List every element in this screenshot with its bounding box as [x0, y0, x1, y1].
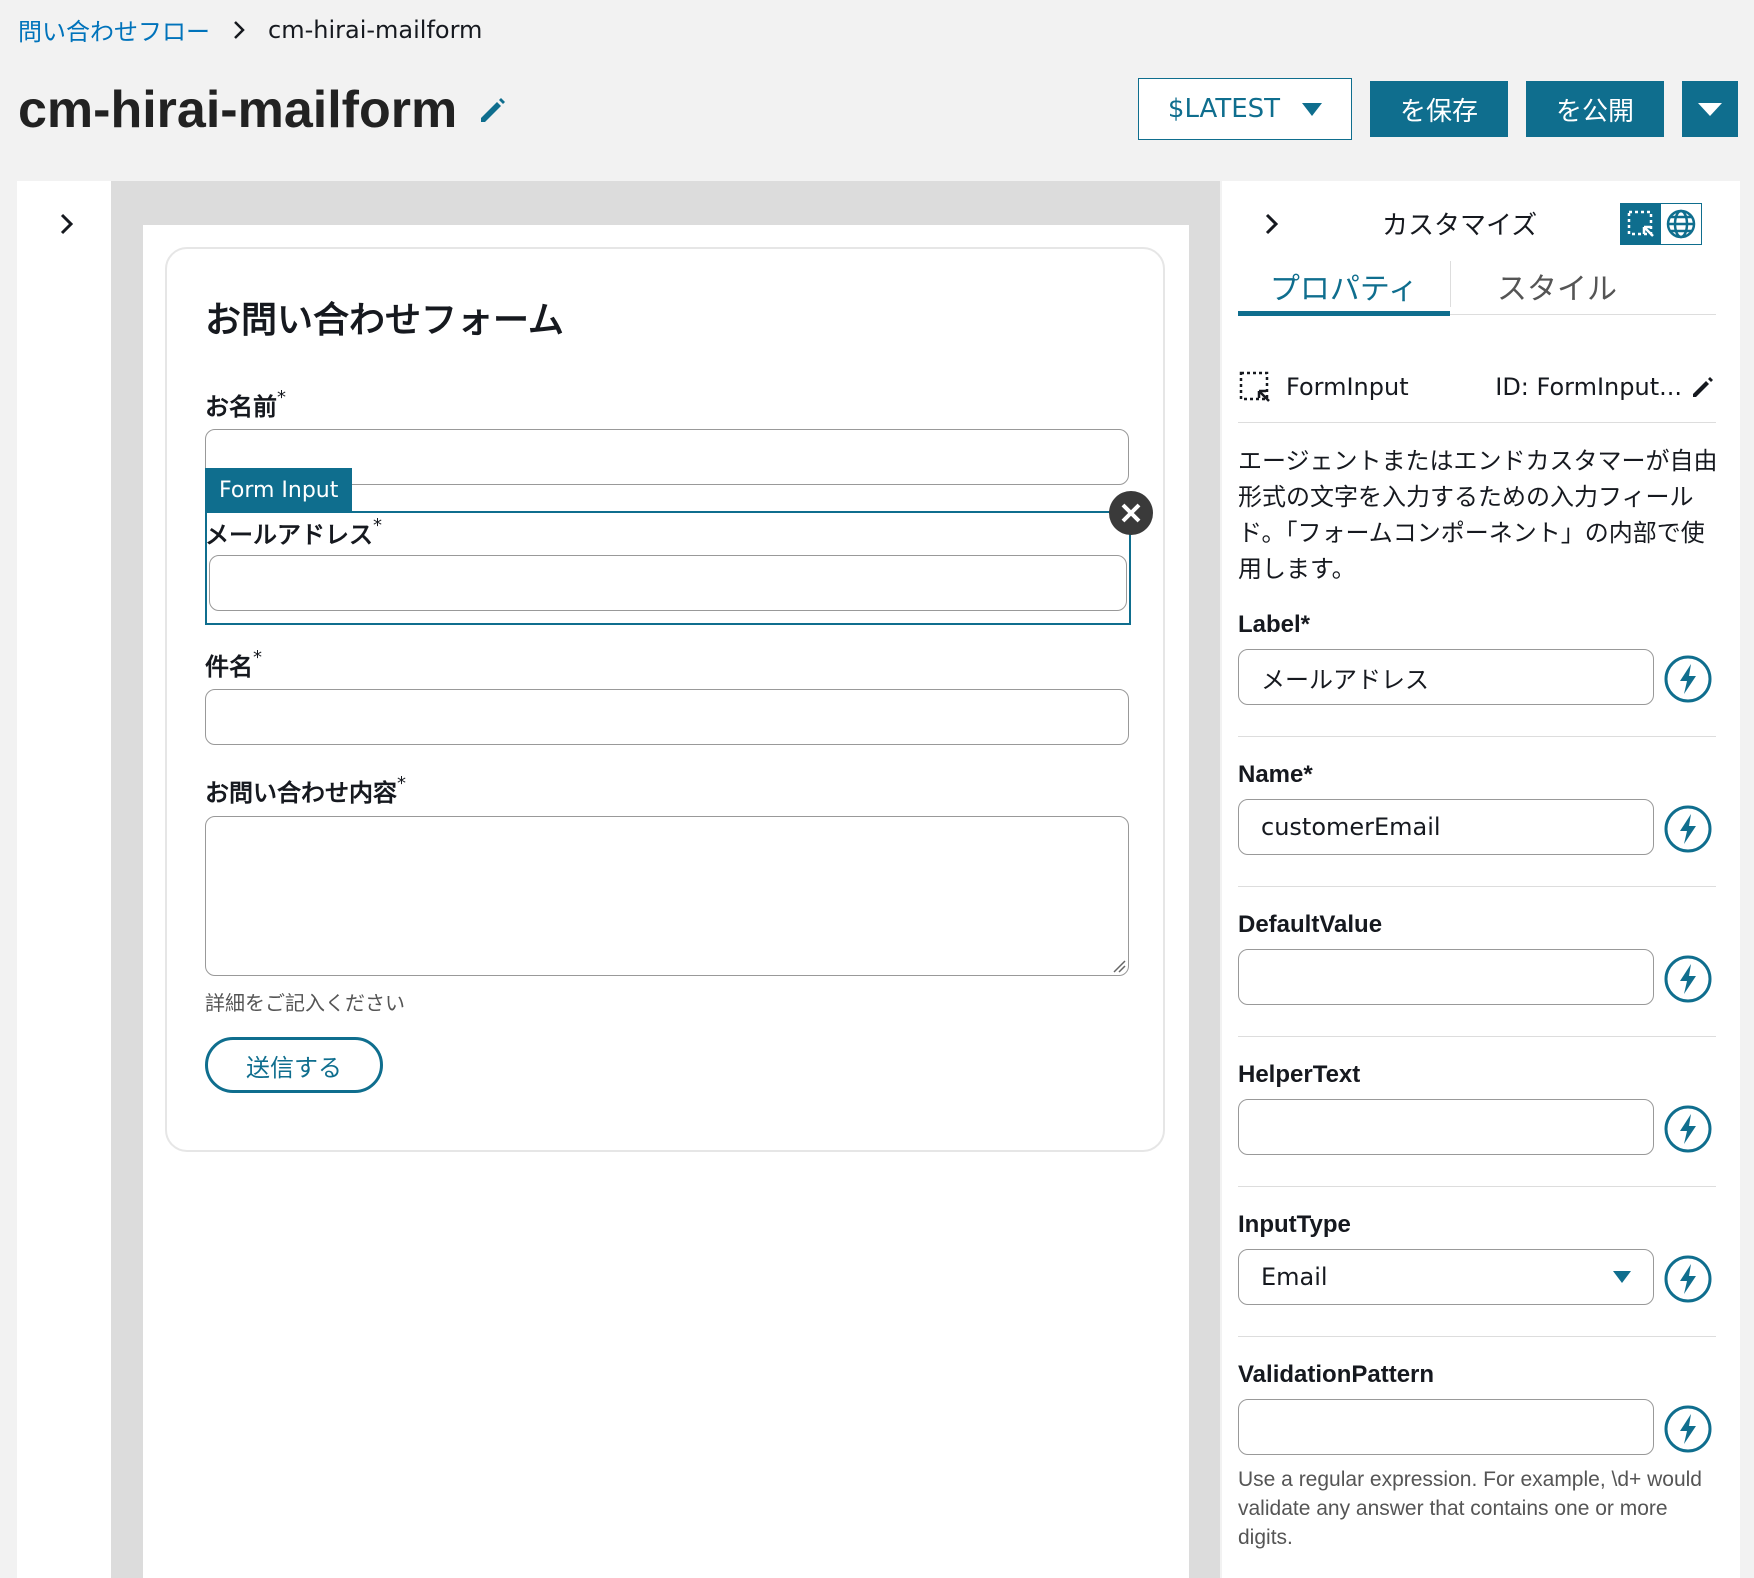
panel-title: カスタマイズ [1382, 211, 1538, 241]
divider [1238, 1186, 1716, 1187]
selected-component-tag: Form Input [205, 468, 353, 512]
selection-mode-button[interactable] [1621, 204, 1661, 244]
caret-down-icon [1302, 102, 1323, 116]
component-name: FormInput [1286, 372, 1409, 401]
panel-tabs: プロパティ スタイル [1238, 257, 1716, 316]
prop-input-type: InputType Email [1238, 1211, 1716, 1305]
prop-helper-text: HelperText [1238, 1061, 1716, 1155]
save-button[interactable]: を保存 [1369, 81, 1508, 137]
lightning-bolt-icon[interactable] [1662, 653, 1714, 705]
label-input[interactable]: メールアドレス [1238, 649, 1654, 705]
field-label-message: お問い合わせ内容* [205, 773, 406, 808]
chevron-right-icon [232, 19, 246, 41]
canvas-paper: お問い合わせフォーム お名前* Form Input メールアドレス* 件名* … [143, 225, 1189, 1578]
prop-default-value: DefaultValue [1238, 911, 1716, 1005]
subject-input[interactable] [205, 689, 1129, 745]
input-type-value: Email [1261, 1263, 1328, 1291]
helper-text-input[interactable] [1238, 1099, 1654, 1155]
input-type-select[interactable]: Email [1238, 1249, 1654, 1305]
breadcrumb-link-flow[interactable]: 問い合わせフロー [18, 12, 210, 47]
header-actions: $LATEST を保存 を公開 [1137, 78, 1738, 140]
resize-grip-icon[interactable] [1112, 959, 1126, 973]
required-mark: * [397, 773, 406, 794]
pencil-icon[interactable] [477, 94, 509, 126]
name-field[interactable]: customerEmail [1238, 799, 1654, 855]
divider [1238, 1036, 1716, 1037]
prop-label-title: ValidationPattern [1238, 1361, 1435, 1388]
prop-label: Label* メールアドレス [1238, 611, 1716, 705]
customize-panel: カスタマイズ プロパティ スタイル FormInput ID: FormInpu… [1222, 181, 1740, 1578]
caret-down-icon [1613, 1271, 1631, 1283]
tab-properties[interactable]: プロパティ [1238, 257, 1450, 316]
prop-label-title: Label* [1238, 611, 1311, 638]
chevron-right-icon[interactable] [1262, 211, 1282, 237]
field-label-subject: 件名* [205, 647, 262, 682]
prop-validation-pattern: ValidationPattern Use a regular expressi… [1238, 1361, 1716, 1552]
field-label-text: メールアドレス [205, 521, 373, 549]
version-select[interactable]: $LATEST [1137, 78, 1352, 140]
remove-component-button[interactable] [1109, 491, 1153, 535]
pencil-icon[interactable] [1690, 374, 1716, 400]
field-label-text: お名前 [205, 393, 277, 421]
prop-label-title: InputType [1238, 1211, 1351, 1238]
required-mark: * [373, 515, 382, 536]
default-value-input[interactable] [1238, 949, 1654, 1005]
lightning-bolt-icon[interactable] [1662, 953, 1714, 1005]
lightning-bolt-icon[interactable] [1662, 1403, 1714, 1455]
lightning-bolt-icon[interactable] [1662, 1253, 1714, 1305]
page-title: cm-hirai-mailform [18, 81, 458, 139]
breadcrumb-current: cm-hirai-mailform [268, 15, 483, 44]
component-info-row: FormInput ID: FormInput... [1238, 363, 1716, 423]
required-mark: * [277, 387, 286, 408]
divider [1238, 886, 1716, 887]
email-input[interactable] [209, 555, 1127, 611]
component-id: ID: FormInput... [1495, 372, 1682, 401]
helper-text: 詳細をご記入ください [205, 991, 405, 1015]
breadcrumb: 問い合わせフロー cm-hirai-mailform [18, 12, 482, 47]
divider [1238, 736, 1716, 737]
select-area-icon [1239, 371, 1270, 402]
validation-help-text: Use a regular expression. For example, \… [1238, 1468, 1702, 1549]
prop-name: Name* customerEmail [1238, 761, 1716, 855]
form-title: お問い合わせフォーム [205, 300, 564, 341]
field-label-text: お問い合わせ内容 [205, 779, 397, 807]
view-toggle [1620, 203, 1702, 245]
globe-icon [1666, 209, 1696, 239]
close-icon [1121, 503, 1141, 523]
left-panel [17, 181, 111, 1578]
required-mark: * [253, 647, 262, 668]
message-textarea[interactable] [205, 816, 1129, 976]
chevron-right-icon[interactable] [57, 211, 77, 237]
field-label-name: お名前* [205, 387, 286, 422]
canvas-area: お問い合わせフォーム お名前* Form Input メールアドレス* 件名* … [111, 181, 1220, 1578]
prop-label-title: Name* [1238, 761, 1313, 788]
caret-down-icon [1698, 102, 1722, 116]
tab-style[interactable]: スタイル [1451, 257, 1663, 314]
lightning-bolt-icon[interactable] [1662, 1103, 1714, 1155]
validation-pattern-input[interactable] [1238, 1399, 1654, 1455]
more-actions-button[interactable] [1682, 81, 1738, 137]
field-label-email: メールアドレス* [205, 515, 382, 550]
publish-button[interactable]: を公開 [1525, 81, 1664, 137]
field-label-text: 件名 [205, 653, 253, 681]
version-label: $LATEST [1167, 94, 1281, 124]
select-area-icon [1627, 210, 1654, 237]
title-row: cm-hirai-mailform [18, 80, 509, 140]
prop-label-title: HelperText [1238, 1061, 1361, 1088]
prop-label-title: DefaultValue [1238, 911, 1383, 938]
divider [1238, 1336, 1716, 1337]
submit-button[interactable]: 送信する [205, 1037, 383, 1093]
lightning-bolt-icon[interactable] [1662, 803, 1714, 855]
language-button[interactable] [1661, 204, 1701, 244]
component-description: エージェントまたはエンドカスタマーが自由形式の文字を入力するための入力フィールド… [1238, 447, 1718, 583]
form-card: お問い合わせフォーム お名前* Form Input メールアドレス* 件名* … [165, 247, 1165, 1152]
